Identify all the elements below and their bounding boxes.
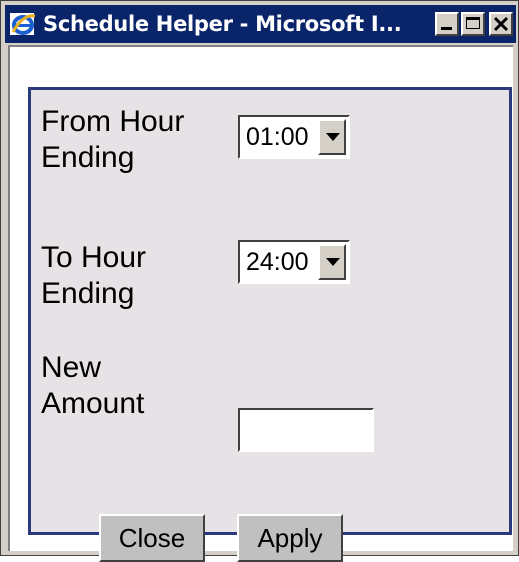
maximize-icon	[466, 17, 480, 29]
to-hour-label-line1: To Hour	[41, 241, 147, 274]
maximize-button[interactable]	[461, 12, 485, 36]
chevron-down-icon[interactable]	[318, 244, 346, 280]
window-title: Schedule Helper - Microsoft I...	[43, 12, 402, 36]
close-button[interactable]	[489, 12, 513, 36]
from-hour-label-line2: Ending	[41, 141, 135, 174]
close-icon	[493, 16, 509, 32]
minimize-icon	[441, 27, 452, 30]
from-hour-label-line1: From Hour	[41, 105, 185, 138]
from-hour-value: 01:00	[246, 122, 309, 151]
browser-window: Schedule Helper - Microsoft I... From Ho…	[0, 0, 519, 562]
page-content: From Hour Ending 01:00 To Hour Ending 24…	[8, 45, 513, 562]
from-hour-select[interactable]: 01:00	[238, 115, 350, 159]
chevron-down-icon[interactable]	[318, 119, 346, 155]
title-bar[interactable]: Schedule Helper - Microsoft I...	[5, 5, 516, 43]
ie-icon	[9, 10, 37, 38]
new-amount-label-line1: New	[41, 351, 102, 384]
new-amount-label: New Amount	[41, 350, 144, 422]
minimize-button[interactable]	[435, 12, 459, 36]
to-hour-select[interactable]: 24:00	[238, 240, 350, 284]
new-amount-input[interactable]	[238, 408, 374, 452]
to-hour-value: 24:00	[246, 247, 309, 276]
to-hour-label-line2: Ending	[41, 277, 135, 310]
new-amount-label-line2: Amount	[41, 387, 145, 420]
close-button[interactable]: Close	[99, 514, 205, 562]
from-hour-label: From Hour Ending	[41, 104, 184, 176]
apply-button[interactable]: Apply	[237, 514, 343, 562]
schedule-form-panel: From Hour Ending 01:00 To Hour Ending 24…	[28, 87, 512, 562]
to-hour-label: To Hour Ending	[41, 240, 146, 312]
